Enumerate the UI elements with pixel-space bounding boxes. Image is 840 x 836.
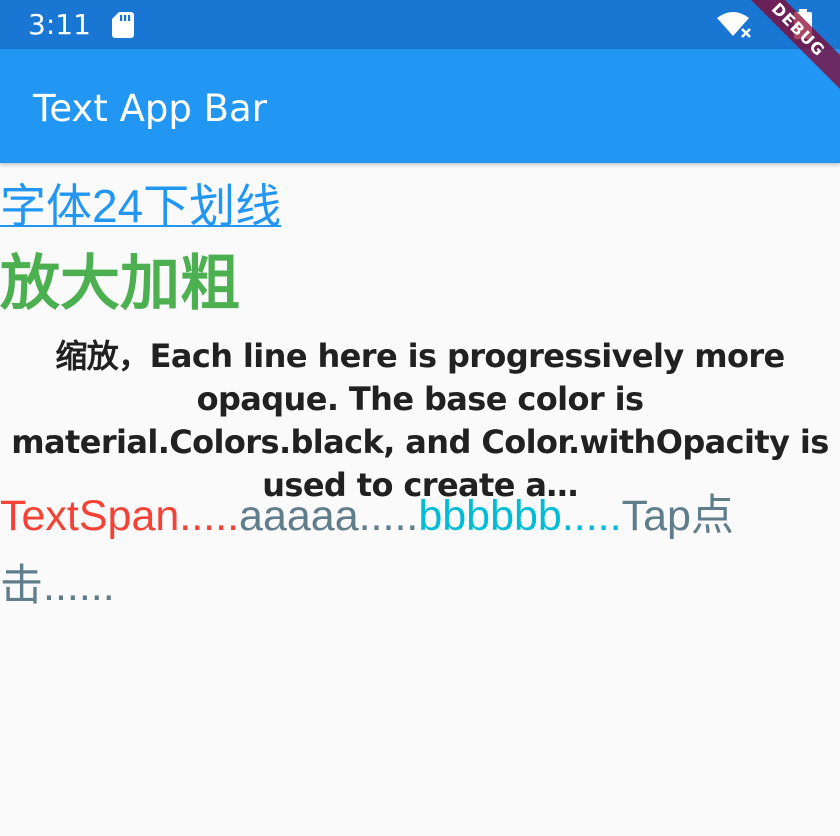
bold-large-text: 放大加粗 [0, 250, 240, 317]
app-bar: Text App Bar [0, 49, 840, 163]
underlined-text: 字体24下划线 [0, 180, 282, 232]
text-span-red: TextSpan..... [0, 492, 240, 540]
sd-card-icon [112, 12, 134, 38]
app-bar-title: Text App Bar [33, 87, 267, 130]
text-span-grey: aaaaa..... [239, 492, 419, 540]
wifi-icon [717, 12, 753, 38]
text-span-cyan: bbbbbb..... [418, 492, 622, 540]
status-time: 3:11 [28, 8, 91, 41]
status-bar: 3:11 [0, 0, 840, 49]
rich-text: TextSpan.....aaaaa.....bbbbbb.....Tap点击.… [0, 481, 840, 621]
